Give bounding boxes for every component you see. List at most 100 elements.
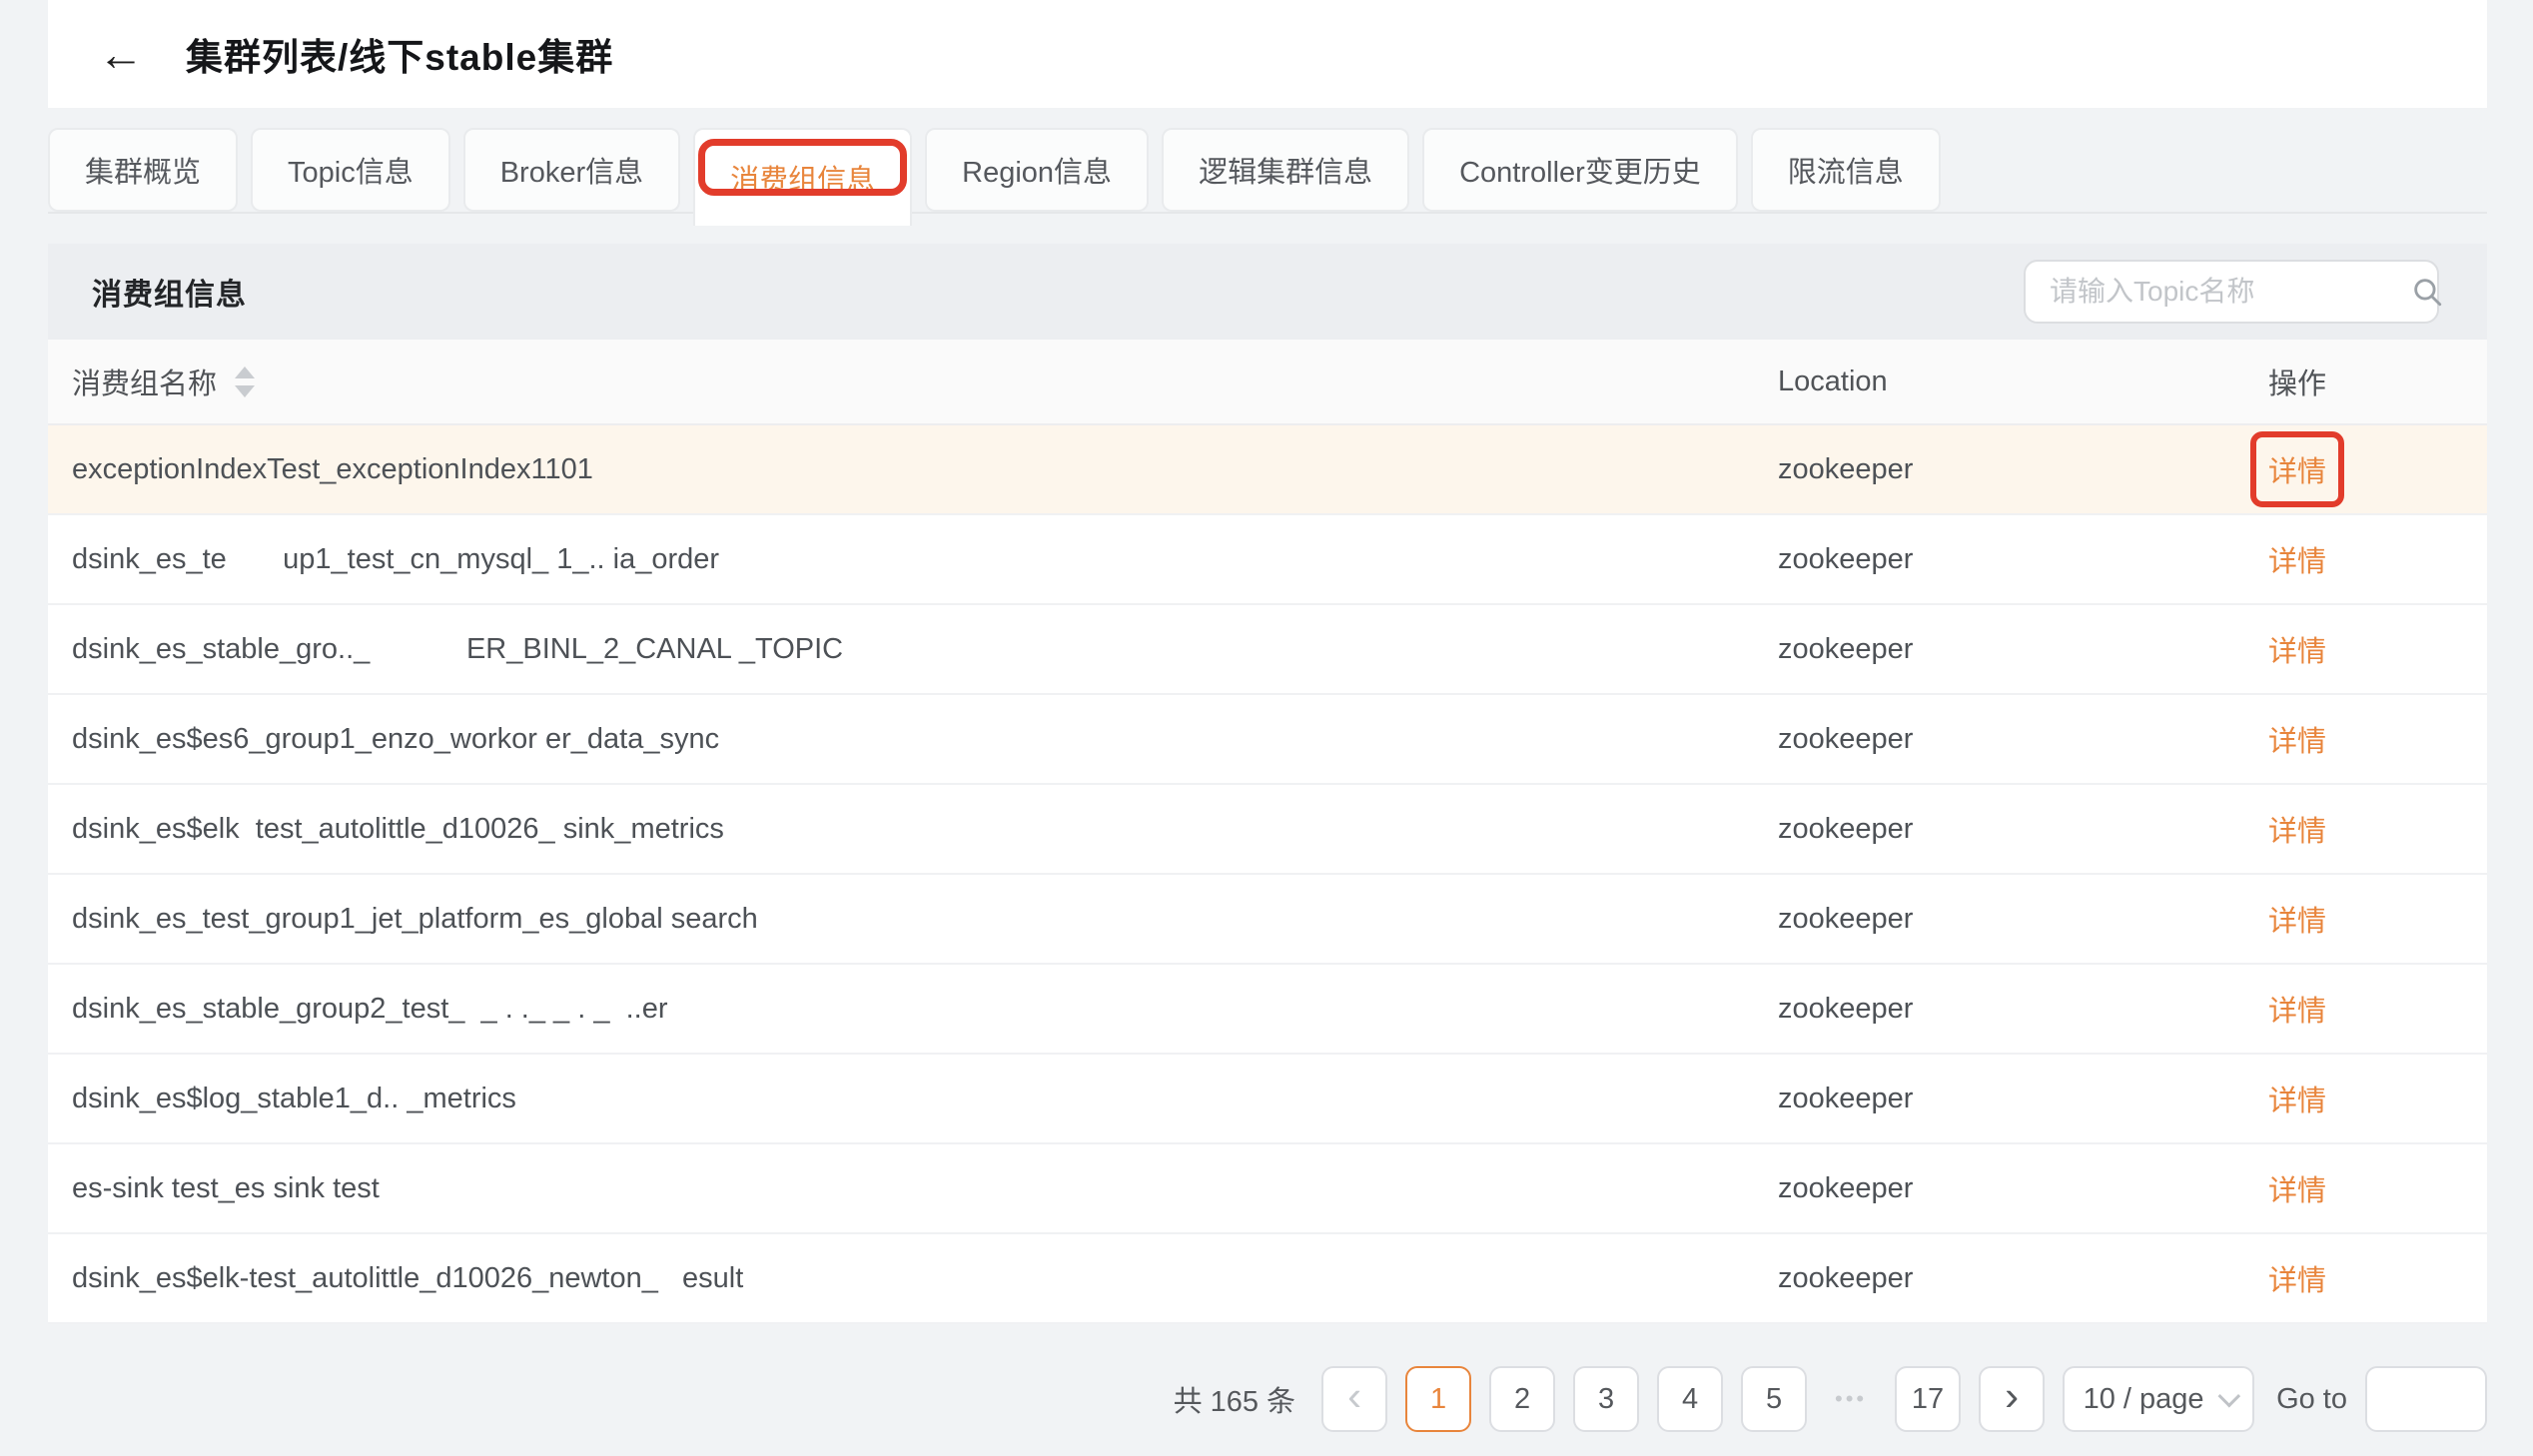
consumer-group-panel: 消费组信息 消费组名称 Location 操作 exceptionInde (48, 244, 2487, 1324)
page-number-button[interactable]: 17 (1895, 1366, 1961, 1432)
caret-down-icon (235, 385, 255, 397)
consumer-group-name-cell: dsink_es_test_group1_jet_platform_es_glo… (72, 903, 1718, 936)
page-number-button[interactable]: 2 (1489, 1366, 1555, 1432)
location-cell: zookeeper (1718, 903, 2207, 936)
tab-label: 逻辑集群信息 (1199, 149, 1372, 191)
pagination-total: 共 165 条 (1174, 1378, 1296, 1420)
goto-label: Go to (2276, 1383, 2347, 1416)
table-row[interactable]: dsink_es$es6_group1_enzo_workor er_data_… (48, 695, 2487, 785)
tab[interactable]: Region信息 (925, 128, 1149, 212)
tab[interactable]: Controller变更历史 (1422, 128, 1738, 212)
column-header-location: Location (1718, 365, 2207, 398)
tab-label: Topic信息 (288, 149, 414, 191)
detail-link[interactable]: 详情 (2262, 980, 2332, 1038)
page-size-value: 10 / page (2084, 1383, 2204, 1416)
detail-link[interactable]: 详情 (2262, 800, 2332, 858)
pagination: 共 165 条 ‹ 12345 ••• 17 › 10 / page Go to (1174, 1366, 2487, 1432)
location-cell: zookeeper (1718, 1172, 2207, 1205)
tab[interactable]: 消费组信息 (693, 128, 912, 226)
consumer-group-name-cell: exceptionIndexTest_exceptionIndex1101 (72, 453, 1718, 486)
table-row[interactable]: dsink_es_te up1_test_cn_mysql_ 1_.. ia_o… (48, 515, 2487, 605)
location-cell: zookeeper (1718, 1262, 2207, 1295)
table-row[interactable]: es-sink test_es sink test zookeeper 详情 (48, 1144, 2487, 1234)
tab-label: 消费组信息 (730, 157, 875, 199)
page: ← 集群列表/线下stable集群 集群概览 Topic信息 Broker信息 … (0, 0, 2533, 1456)
consumer-group-name-cell: es-sink test_es sink test (72, 1172, 1718, 1205)
detail-link[interactable]: 详情 (2262, 530, 2332, 588)
table-row[interactable]: exceptionIndexTest_exceptionIndex1101 zo… (48, 425, 2487, 515)
location-cell: zookeeper (1718, 633, 2207, 666)
detail-link[interactable]: 详情 (2262, 1159, 2332, 1217)
detail-link[interactable]: 详情 (2262, 1070, 2332, 1127)
tab-bar: 集群概览 Topic信息 Broker信息 消费组信息 Region信息 逻辑集… (48, 128, 2487, 214)
page-number-button[interactable]: 4 (1657, 1366, 1723, 1432)
detail-link[interactable]: 详情 (2262, 890, 2332, 948)
table-row[interactable]: dsink_es_test_group1_jet_platform_es_glo… (48, 875, 2487, 965)
action-cell: 详情 (2207, 440, 2387, 498)
action-cell: 详情 (2207, 890, 2387, 948)
chevron-right-icon: › (2005, 1375, 2019, 1417)
detail-link[interactable]: 详情 (2262, 1249, 2332, 1307)
tab-label: Region信息 (962, 149, 1112, 191)
consumer-group-name-cell: dsink_es$elk-test_autolittle_d10026_newt… (72, 1262, 1718, 1295)
table-row[interactable]: dsink_es$log_stable1_d.. _metrics zookee… (48, 1055, 2487, 1144)
action-cell: 详情 (2207, 1159, 2387, 1217)
detail-link[interactable]: 详情 (2262, 710, 2332, 768)
action-cell: 详情 (2207, 1249, 2387, 1307)
consumer-group-name-cell: dsink_es_stable_group2_test_ _ . ._ _ . … (72, 993, 1718, 1026)
goto-page-input[interactable] (2365, 1366, 2487, 1432)
location-cell: zookeeper (1718, 813, 2207, 846)
consumer-group-name-cell: dsink_es_te up1_test_cn_mysql_ 1_.. ia_o… (72, 543, 1718, 576)
table-body: exceptionIndexTest_exceptionIndex1101 zo… (48, 425, 2487, 1324)
jump-pages-ellipsis[interactable]: ••• (1825, 1366, 1877, 1432)
table-row[interactable]: dsink_es$elk-test_autolittle_d10026_newt… (48, 1234, 2487, 1324)
detail-link[interactable]: 详情 (2262, 620, 2332, 678)
action-cell: 详情 (2207, 710, 2387, 768)
column-header-consumer-group-name: 消费组名称 (72, 361, 217, 402)
table-row[interactable]: dsink_es$elk test_autolittle_d10026_ sin… (48, 785, 2487, 875)
page-title: 集群列表/线下stable集群 (186, 27, 613, 81)
search-input[interactable] (2050, 276, 2410, 308)
search-icon[interactable] (2410, 275, 2444, 309)
column-header-action: 操作 (2207, 361, 2387, 402)
sort-icon[interactable] (235, 366, 255, 397)
page-number-button[interactable]: 3 (1573, 1366, 1639, 1432)
action-cell: 详情 (2207, 800, 2387, 858)
action-cell: 详情 (2207, 980, 2387, 1038)
topic-search-box[interactable] (2024, 260, 2439, 324)
action-cell: 详情 (2207, 1070, 2387, 1127)
tab[interactable]: Broker信息 (463, 128, 680, 212)
tab[interactable]: 限流信息 (1751, 128, 1941, 212)
location-cell: zookeeper (1718, 543, 2207, 576)
tab-label: Broker信息 (500, 149, 643, 191)
prev-page-button[interactable]: ‹ (1321, 1366, 1387, 1432)
consumer-group-name-cell: dsink_es_stable_gro.._ ER_BINL_2_CANAL _… (72, 633, 1718, 666)
detail-link[interactable]: 详情 (2262, 440, 2332, 498)
table-row[interactable]: dsink_es_stable_group2_test_ _ . ._ _ . … (48, 965, 2487, 1055)
location-cell: zookeeper (1718, 453, 2207, 486)
chevron-down-icon (2217, 1385, 2240, 1408)
panel-title: 消费组信息 (92, 270, 247, 314)
page-number-button[interactable]: 5 (1741, 1366, 1807, 1432)
tab[interactable]: 逻辑集群信息 (1162, 128, 1409, 212)
page-number-buttons: 12345 ••• 17 (1405, 1366, 1961, 1432)
location-cell: zookeeper (1718, 723, 2207, 756)
location-cell: zookeeper (1718, 993, 2207, 1026)
tab[interactable]: 集群概览 (48, 128, 238, 212)
action-cell: 详情 (2207, 530, 2387, 588)
tab-label: Controller变更历史 (1459, 149, 1701, 191)
location-cell: zookeeper (1718, 1083, 2207, 1115)
tab-label: 集群概览 (85, 149, 201, 191)
back-arrow-icon[interactable]: ← (98, 31, 144, 77)
table-header: 消费组名称 Location 操作 (48, 340, 2487, 425)
page-header: ← 集群列表/线下stable集群 (48, 0, 2487, 108)
next-page-button[interactable]: › (1979, 1366, 2045, 1432)
panel-header: 消费组信息 (48, 244, 2487, 340)
tab[interactable]: Topic信息 (251, 128, 450, 212)
action-cell: 详情 (2207, 620, 2387, 678)
page-number-button[interactable]: 1 (1405, 1366, 1471, 1432)
consumer-group-name-cell: dsink_es$es6_group1_enzo_workor er_data_… (72, 723, 1718, 756)
page-size-select[interactable]: 10 / page (2063, 1366, 2254, 1432)
consumer-group-name-cell: dsink_es$log_stable1_d.. _metrics (72, 1083, 1718, 1115)
table-row[interactable]: dsink_es_stable_gro.._ ER_BINL_2_CANAL _… (48, 605, 2487, 695)
